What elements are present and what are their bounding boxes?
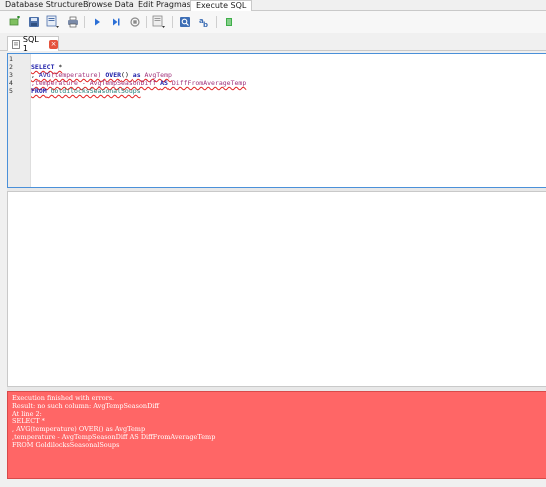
code-token: AS [160, 79, 168, 87]
code-line: SELECT * [31, 63, 62, 71]
code-token: AVG [38, 71, 51, 79]
line-number: 1 [9, 55, 13, 63]
error-message-pane: Execution finished with errors. Result: … [7, 391, 546, 479]
message-line: FROM GoldilocksSeasonalSoups [12, 440, 120, 449]
line-number: 4 [9, 79, 13, 87]
main-tab-bar: Database Structure Browse Data Edit Prag… [0, 0, 546, 12]
open-tab-icon[interactable] [8, 15, 22, 29]
code-token: (temperature) [50, 71, 106, 79]
sql-toolbar: ab [0, 11, 546, 33]
tab-browse-data[interactable]: Browse Data [78, 0, 140, 11]
results-grid[interactable] [7, 191, 546, 387]
sql-editor[interactable]: 1 2 3 4 5 SELECT *, AVG(temperature) OVE… [7, 53, 546, 188]
stop-icon[interactable] [128, 15, 142, 29]
tab-database-structure[interactable]: Database Structure [0, 0, 89, 11]
code-line: ,temperature - AvgTempSeasonDiff AS Diff… [31, 79, 246, 87]
code-token: AvgTemp [140, 71, 172, 79]
editor-tab-strip: SQL 1 × [0, 33, 546, 53]
find-replace-icon[interactable]: ab [197, 15, 211, 29]
line-number-gutter: 1 2 3 4 5 [8, 54, 31, 187]
execute-all-icon[interactable] [90, 15, 104, 29]
status-bar [0, 479, 546, 487]
tab-sql-1[interactable]: SQL 1 × [7, 35, 59, 53]
code-token: () [121, 71, 133, 79]
code-token: SELECT [31, 63, 55, 71]
save-sql-file-icon[interactable] [46, 15, 60, 29]
message-line: At line 2: [12, 409, 42, 418]
sql-document-icon [12, 39, 20, 49]
code-token: OVER [105, 71, 122, 79]
comment-icon[interactable] [222, 15, 236, 29]
code-token: as [132, 71, 141, 79]
line-number: 3 [9, 71, 13, 79]
tab-edit-pragmas[interactable]: Edit Pragmas [133, 0, 197, 11]
message-line: Result: no such column: AvgTempSeasonDif… [12, 401, 159, 410]
find-icon[interactable] [178, 15, 192, 29]
save-results-icon[interactable] [152, 15, 166, 29]
line-number: 5 [9, 87, 13, 95]
code-token: FROM [31, 87, 47, 95]
code-token: ,temperature - AvgTempSeasonDiff [31, 79, 161, 87]
open-sql-file-icon[interactable] [27, 15, 41, 29]
code-token: * [54, 63, 63, 71]
svg-text:b: b [203, 21, 208, 28]
tab-sql-1-label: SQL 1 [22, 35, 39, 53]
code-token: GoldilocksSeasonalSoups [46, 87, 141, 95]
close-tab-icon[interactable]: × [49, 39, 58, 49]
code-line: , AVG(temperature) OVER() as AvgTemp [31, 71, 172, 79]
print-icon[interactable] [66, 15, 80, 29]
code-token: , [31, 71, 39, 79]
code-token: DiffFromAverageTemp [167, 79, 247, 87]
code-line: FROM GoldilocksSeasonalSoups [31, 87, 141, 95]
execute-current-line-icon[interactable] [109, 15, 123, 29]
line-number: 2 [9, 63, 13, 71]
